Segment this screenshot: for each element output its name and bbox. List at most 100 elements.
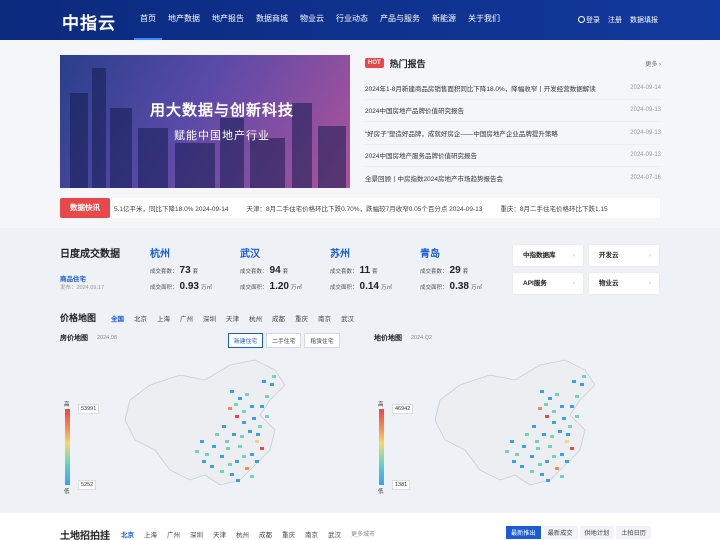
tab-latest-launch[interactable]: 最新推出: [506, 526, 541, 539]
map-region[interactable]: [222, 425, 226, 428]
city-tab-guangzhou[interactable]: 广州: [180, 313, 193, 323]
map-region[interactable]: [256, 433, 260, 436]
map-region[interactable]: [542, 433, 546, 436]
data-fill-link[interactable]: 数据填报: [630, 15, 658, 25]
map-region[interactable]: [540, 390, 544, 393]
city-tab-beijing[interactable]: 北京: [134, 313, 147, 323]
map-region[interactable]: [562, 417, 566, 420]
map-region[interactable]: [235, 460, 239, 463]
map-region[interactable]: [270, 383, 274, 386]
map-region[interactable]: [230, 390, 234, 393]
map-region[interactable]: [530, 455, 534, 458]
map-region[interactable]: [520, 465, 524, 468]
house-price-china-map[interactable]: [110, 345, 310, 505]
map-region[interactable]: [535, 440, 539, 443]
city-card-qingdao[interactable]: 青岛 成交套数： 29 套 成交面积： 0.38 万㎡: [420, 245, 505, 292]
map-region[interactable]: [230, 473, 234, 476]
more-link[interactable]: 更多 ›: [645, 59, 661, 68]
map-region[interactable]: [260, 447, 264, 450]
nav-item-estate-data[interactable]: 地产数据: [162, 0, 206, 40]
map-region[interactable]: [272, 375, 276, 378]
report-item[interactable]: 2024中国房地产服务品牌价值研究报告 2024-09-13: [365, 145, 661, 167]
map-region[interactable]: [240, 435, 244, 438]
map-region[interactable]: [545, 460, 549, 463]
city-tab-wuhan[interactable]: 武汉: [328, 529, 341, 539]
map-region[interactable]: [565, 440, 569, 443]
map-region[interactable]: [260, 405, 264, 408]
map-region[interactable]: [560, 405, 564, 408]
hero-banner[interactable]: 用大数据与创新科技 赋能中国地产行业: [60, 55, 350, 188]
city-tab-chongqing[interactable]: 重庆: [282, 529, 295, 539]
map-region[interactable]: [238, 397, 242, 400]
city-tab-nanjing[interactable]: 南京: [305, 529, 318, 539]
map-region[interactable]: [200, 440, 204, 443]
map-region[interactable]: [544, 403, 548, 406]
ticker-item[interactable]: 天津：8月二手住宅价格环比下跌0.70%，跌幅较7月收窄0.05个百分点 202…: [247, 203, 483, 213]
map-region[interactable]: [205, 453, 209, 456]
map-region[interactable]: [575, 415, 579, 418]
nav-item-estate-report[interactable]: 地产报告: [206, 0, 250, 40]
map-region[interactable]: [548, 445, 552, 448]
city-tab-shenzhen[interactable]: 深圳: [190, 529, 203, 539]
map-region[interactable]: [525, 433, 529, 436]
map-region[interactable]: [536, 447, 540, 450]
map-region[interactable]: [568, 425, 572, 428]
map-region[interactable]: [234, 403, 238, 406]
map-region[interactable]: [242, 421, 246, 424]
daily-deals-type[interactable]: 商品住宅: [60, 273, 86, 283]
map-region[interactable]: [565, 460, 569, 463]
map-region[interactable]: [555, 393, 559, 396]
map-region[interactable]: [540, 473, 544, 476]
report-item[interactable]: 2024中国房地产品牌价值研究报告 2024-09-13: [365, 100, 661, 122]
city-card-suzhou[interactable]: 苏州 成交套数： 11 套 成交面积： 0.14 万㎡: [330, 245, 415, 292]
map-region[interactable]: [522, 445, 526, 448]
map-region[interactable]: [505, 450, 509, 453]
map-region[interactable]: [250, 475, 254, 478]
map-region[interactable]: [250, 453, 254, 456]
property-cloud-button[interactable]: 物业云 ›: [589, 273, 659, 294]
api-service-button[interactable]: API服务 ›: [513, 273, 583, 294]
map-region[interactable]: [552, 410, 556, 413]
city-tab-shenzhen[interactable]: 深圳: [203, 313, 216, 323]
city-card-wuhan[interactable]: 武汉 成交套数： 94 套 成交面积： 1.20 万㎡: [240, 245, 325, 292]
map-region[interactable]: [242, 410, 246, 413]
map-region[interactable]: [236, 479, 240, 482]
tab-auction-calendar[interactable]: 土拍日历: [616, 526, 651, 539]
map-region[interactable]: [572, 380, 576, 383]
map-region[interactable]: [265, 395, 269, 398]
city-tab-tianjin[interactable]: 天津: [226, 313, 239, 323]
city-tab-guangzhou[interactable]: 广州: [167, 529, 180, 539]
map-region[interactable]: [575, 395, 579, 398]
map-region[interactable]: [220, 455, 224, 458]
map-region[interactable]: [570, 405, 574, 408]
map-region[interactable]: [532, 425, 536, 428]
map-region[interactable]: [228, 407, 232, 410]
city-tab-tianjin[interactable]: 天津: [213, 529, 226, 539]
map-region[interactable]: [538, 407, 542, 410]
map-region[interactable]: [232, 433, 236, 436]
report-item[interactable]: “好房子”塑造好品牌，成就好房企——中国房地产企业品牌提升策略 2024-09-1…: [365, 122, 661, 145]
city-tab-nanjing[interactable]: 南京: [318, 313, 331, 323]
map-region[interactable]: [215, 433, 219, 436]
map-region[interactable]: [202, 460, 206, 463]
nav-item-industry-news[interactable]: 行业动态: [330, 0, 374, 40]
map-region[interactable]: [558, 430, 562, 433]
city-tab-chengdu[interactable]: 成都: [259, 529, 272, 539]
ticker-item[interactable]: 5.1亿平米，同比下降18.0% 2024-09-14: [114, 203, 229, 213]
city-tab-chongqing[interactable]: 重庆: [295, 313, 308, 323]
map-region[interactable]: [212, 445, 216, 448]
map-region[interactable]: [570, 447, 574, 450]
ticker-item[interactable]: 重庆：8月二手住宅价格环比下跌1.15: [500, 203, 607, 213]
map-region[interactable]: [255, 460, 259, 463]
color-legend-bar[interactable]: [379, 409, 384, 485]
nav-item-data-mall[interactable]: 数据商城: [250, 0, 294, 40]
map-region[interactable]: [220, 470, 224, 473]
tab-supply-plan[interactable]: 供地计划: [579, 526, 615, 539]
dev-cloud-button[interactable]: 开发云 ›: [589, 245, 659, 266]
map-region[interactable]: [225, 440, 229, 443]
map-region[interactable]: [552, 421, 556, 424]
city-tab-chengdu[interactable]: 成都: [272, 313, 285, 323]
map-region[interactable]: [580, 383, 584, 386]
city-tab-hangzhou[interactable]: 杭州: [236, 529, 249, 539]
register-link[interactable]: 注册: [608, 15, 622, 25]
